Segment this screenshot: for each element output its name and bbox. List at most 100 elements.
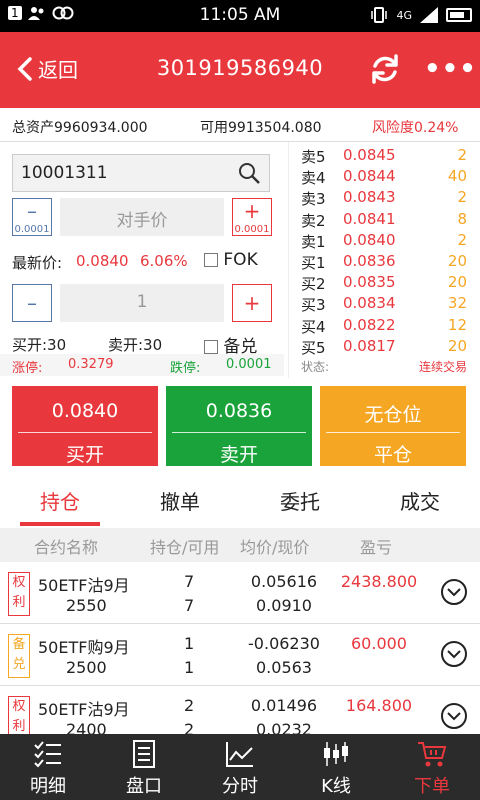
qty-minus-button[interactable]: –	[12, 284, 52, 322]
vibrate-icon	[371, 7, 388, 23]
tab-orders[interactable]: 委托	[240, 486, 360, 515]
nav-details[interactable]: 明细	[0, 734, 96, 800]
refresh-icon[interactable]	[368, 52, 402, 86]
close-position-button[interactable]: 无仓位 平仓	[320, 386, 466, 466]
close-position-label: 平仓	[373, 444, 412, 466]
col-contract: 合约名称	[34, 538, 99, 557]
orderbook-level: 卖5	[301, 148, 326, 166]
covered-checkbox-box[interactable]	[204, 340, 218, 354]
orderbook-level: 买2	[301, 275, 326, 294]
orderbook-row[interactable]: 买4 0.0822 12	[289, 314, 480, 336]
position-type-badge: 权利	[8, 572, 30, 616]
price-plus-step: 0.0001	[234, 224, 270, 235]
qty-plus-button[interactable]: +	[232, 284, 272, 322]
available-funds: 可用9913504.080	[200, 120, 322, 136]
chevron-down-icon[interactable]	[440, 640, 468, 668]
orderbook-row[interactable]: 买3 0.0834 32	[289, 292, 480, 314]
chevron-down-icon[interactable]	[440, 578, 468, 606]
buy-open-label: 买开	[65, 444, 104, 466]
orderbook-price: 0.0836	[343, 252, 396, 270]
battery-icon	[446, 8, 472, 22]
contract-code-input[interactable]: 10001311	[12, 154, 270, 192]
orderbook-qty: 20	[447, 336, 467, 355]
orderbook-level: 卖1	[301, 232, 326, 251]
orderbook-row[interactable]: 买1 0.0836 20	[289, 250, 480, 272]
orderbook-price: 0.0817	[343, 336, 396, 355]
position-row[interactable]: 备兑 50ETF购9月 2500 1 1 -0.06230 0.0563 60.000	[0, 624, 480, 686]
nav-kline-label: K线	[321, 776, 351, 797]
trade-actions: 0.0840 买开 0.0836 卖开 无仓位 平仓	[0, 378, 480, 470]
sell-open-button[interactable]: 0.0836 卖开	[166, 386, 312, 466]
orderbook-level: 卖2	[301, 211, 326, 230]
price-minus-button[interactable]: –0.0001	[12, 198, 52, 236]
orderbook-level: 买1	[301, 254, 326, 272]
price-plus-button[interactable]: +0.0001	[232, 198, 272, 236]
orderbook-price: 0.0845	[343, 146, 396, 164]
orderbook-row[interactable]: 卖1 0.0840 2	[289, 229, 480, 251]
nav-orderbook[interactable]: 盘口	[96, 734, 192, 800]
position-row[interactable]: 权利 50ETF沽9月 2550 7 7 0.05616 0.0910 2438.800	[0, 562, 480, 624]
account-title: 301919586940	[156, 56, 324, 80]
nav-timeshare[interactable]: 分时	[192, 734, 288, 800]
contract-strike: 2550	[66, 596, 107, 615]
quantity-input[interactable]: 1	[60, 284, 224, 322]
more-menu-icon[interactable]: •••	[424, 54, 477, 84]
profit-loss: 60.000	[351, 634, 407, 653]
bottom-nav: 明细 盘口 分时 K线 下单	[0, 734, 480, 800]
tab-positions[interactable]: 持仓	[0, 486, 120, 515]
col-pnl: 盈亏	[360, 538, 393, 557]
orderbook-level: 卖3	[301, 190, 326, 209]
network-type: 4G	[396, 8, 412, 22]
current-price: 0.0910	[256, 596, 312, 615]
candlestick-icon	[324, 742, 348, 766]
orderbook-row[interactable]: 买2 0.0835 20	[289, 271, 480, 294]
fok-checkbox-box[interactable]	[204, 253, 218, 267]
trading-status: 状态: 连续交易	[289, 356, 480, 376]
fok-label: FOK	[223, 250, 258, 270]
position-type-badge: 备兑	[8, 634, 30, 678]
close-position-status: 无仓位	[364, 404, 422, 426]
cart-icon	[418, 742, 447, 767]
status-value: 连续交易	[418, 360, 467, 374]
orderbook-row[interactable]: 卖5 0.0845 2	[289, 144, 480, 166]
line-chart-icon	[226, 742, 253, 767]
nav-kline[interactable]: K线	[288, 734, 384, 800]
orderbook-row[interactable]: 买5 0.0817 20	[289, 335, 480, 357]
orderbook-price: 0.0822	[343, 315, 396, 334]
orderbook-qty: 8	[457, 209, 467, 228]
orderbook-qty: 40	[447, 167, 467, 186]
price-mode-field[interactable]: 对手价	[60, 198, 224, 236]
orderbook-row[interactable]: 卖4 0.0844 40	[289, 165, 480, 188]
latest-price-label: 最新价:	[12, 254, 63, 272]
contract-name: 50ETF沽9月	[38, 576, 130, 595]
signal-icon	[420, 7, 438, 23]
profit-loss: 2438.800	[340, 572, 418, 591]
sell-open-max: 卖开:30	[108, 336, 163, 354]
contract-code-value: 10001311	[21, 163, 108, 183]
position-qty: 1	[184, 634, 195, 653]
orderbook-level: 卖4	[301, 169, 326, 188]
orderbook-level: 买5	[301, 338, 326, 357]
col-position: 持仓/可用	[150, 538, 220, 557]
orderbook-qty: 2	[457, 230, 467, 249]
buy-open-button[interactable]: 0.0840 买开	[12, 386, 158, 466]
nav-place-order-label: 下单	[414, 776, 450, 797]
list-check-icon	[34, 741, 61, 768]
tab-trades[interactable]: 成交	[360, 486, 480, 515]
fok-checkbox[interactable]: FOK	[204, 250, 258, 270]
latest-change-value: 6.06%	[140, 252, 188, 270]
status-bar: 1 11:05 AM 4G	[0, 0, 480, 32]
account-summary: 总资产9960934.000 可用9913504.080 风险度0.24%	[0, 108, 480, 142]
orderbook-row[interactable]: 卖3 0.0843 2	[289, 186, 480, 209]
search-icon[interactable]	[237, 161, 261, 185]
orderbook-row[interactable]: 卖2 0.0841 8	[289, 208, 480, 230]
buy-open-max: 买开:30	[12, 336, 67, 354]
orderbook-qty: 12	[447, 315, 467, 334]
chevron-down-icon[interactable]	[440, 702, 468, 730]
contract-name: 50ETF沽9月	[38, 700, 130, 719]
tab-cancel[interactable]: 撤单	[120, 486, 240, 515]
limit-down-value: 0.0001	[226, 357, 272, 372]
buy-open-price: 0.0840	[51, 400, 119, 422]
current-price: 0.0563	[256, 658, 312, 677]
nav-place-order[interactable]: 下单	[384, 734, 480, 800]
